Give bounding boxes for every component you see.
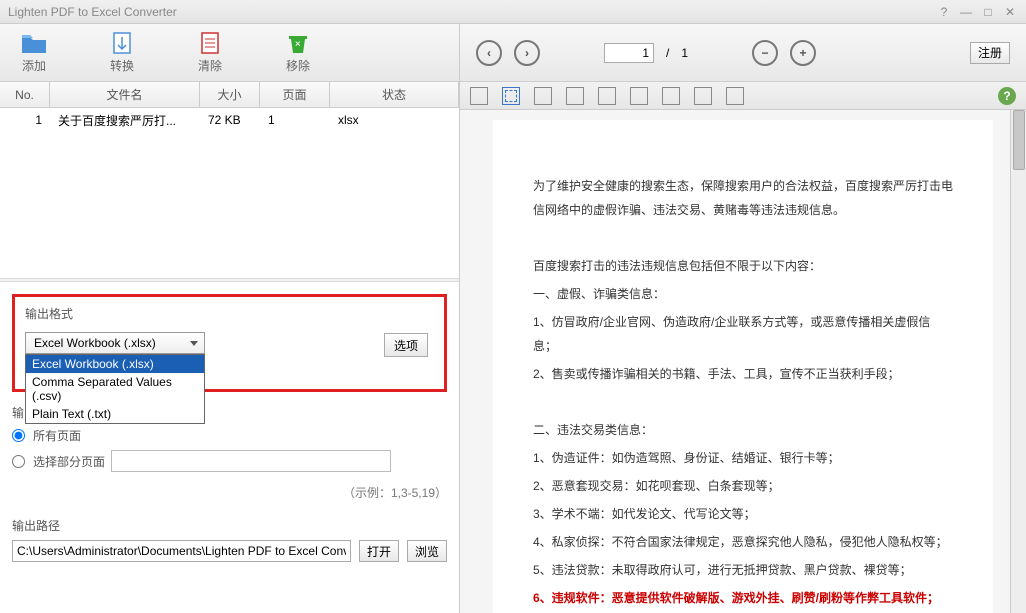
document-view[interactable]: 为了维护安全健康的搜索生态，保障搜索用户的合法权益，百度搜索严厉打击电信网络中的…: [460, 110, 1026, 613]
trash-icon: [284, 31, 312, 55]
output-path-input[interactable]: [12, 540, 351, 562]
output-format-dropdown-list: Excel Workbook (.xlsx) Comma Separated V…: [25, 354, 205, 424]
minimize-button[interactable]: —: [958, 4, 974, 20]
chevron-down-icon: [190, 341, 198, 346]
output-format-label: 输出格式: [25, 305, 434, 322]
col-size[interactable]: 大小: [200, 82, 260, 107]
format-option-xlsx[interactable]: Excel Workbook (.xlsx): [26, 355, 204, 373]
preview-toolbar: ‹ › / 1 − + 注册: [460, 24, 1026, 82]
file-table-header: No. 文件名 大小 页面 状态: [0, 82, 459, 108]
scrollbar-thumb[interactable]: [1013, 110, 1025, 170]
view-tool-8[interactable]: [694, 87, 712, 105]
add-button[interactable]: 添加: [20, 31, 48, 74]
options-button[interactable]: 选项: [384, 333, 428, 357]
open-button[interactable]: 打开: [359, 540, 399, 562]
preview-panel: ‹ › / 1 − + 注册 ? 为了维护安全健康的搜索生态，保障搜索用户的合: [460, 24, 1026, 613]
page-number-input[interactable]: [604, 43, 654, 63]
clear-button[interactable]: 清除: [196, 31, 224, 74]
file-convert-icon: [108, 31, 136, 55]
vertical-scrollbar[interactable]: [1010, 110, 1026, 613]
col-page[interactable]: 页面: [260, 82, 330, 107]
output-format-group: 输出格式 Excel Workbook (.xlsx) Excel Workbo…: [12, 294, 447, 392]
view-tool-6[interactable]: [630, 87, 648, 105]
remove-button[interactable]: 移除: [284, 31, 312, 74]
table-row[interactable]: 1 关于百度搜索严厉打... 72 KB 1 xlsx: [0, 108, 459, 132]
convert-button[interactable]: 转换: [108, 31, 136, 74]
zoom-in-button[interactable]: +: [790, 40, 816, 66]
document-page: 为了维护安全健康的搜索生态，保障搜索用户的合法权益，百度搜索严厉打击电信网络中的…: [493, 120, 993, 613]
help-icon[interactable]: ?: [998, 87, 1016, 105]
close-button[interactable]: ✕: [1002, 4, 1018, 20]
view-tool-4[interactable]: [566, 87, 584, 105]
file-clear-icon: [196, 31, 224, 55]
splitter[interactable]: [0, 278, 459, 282]
next-page-button[interactable]: ›: [514, 40, 540, 66]
select-pages-radio[interactable]: 选择部分页面: [12, 450, 447, 472]
output-format-dropdown[interactable]: Excel Workbook (.xlsx): [25, 332, 205, 354]
output-path-group: 输出路径 打开 浏览: [12, 517, 447, 562]
file-table-body: 1 关于百度搜索严厉打... 72 KB 1 xlsx: [0, 108, 459, 278]
format-option-csv[interactable]: Comma Separated Values (.csv): [26, 373, 204, 405]
view-tool-7[interactable]: [662, 87, 680, 105]
col-status[interactable]: 状态: [330, 82, 459, 107]
view-tool-9[interactable]: [726, 87, 744, 105]
window-titlebar: Lighten PDF to Excel Converter ? — □ ✕: [0, 0, 1026, 24]
total-pages: 1: [681, 46, 688, 60]
maximize-button[interactable]: □: [980, 4, 996, 20]
register-button[interactable]: 注册: [970, 42, 1010, 64]
page-separator: /: [666, 46, 669, 60]
page-range-example: （示例：1,3-5,19）: [0, 484, 447, 501]
main-toolbar: 添加 转换 清除 移除: [0, 24, 459, 82]
left-panel: 添加 转换 清除 移除 No. 文件名 大小 页面 状态 1: [0, 24, 460, 613]
output-path-label: 输出路径: [12, 517, 447, 534]
col-no[interactable]: No.: [0, 82, 50, 107]
preview-view-tools: ?: [460, 82, 1026, 110]
browse-button[interactable]: 浏览: [407, 540, 447, 562]
folder-add-icon: [20, 31, 48, 55]
window-title: Lighten PDF to Excel Converter: [8, 5, 177, 19]
col-name[interactable]: 文件名: [50, 82, 200, 107]
page-range-input[interactable]: [111, 450, 391, 472]
view-tool-grid[interactable]: [502, 87, 520, 105]
view-tool-5[interactable]: [598, 87, 616, 105]
zoom-out-button[interactable]: −: [752, 40, 778, 66]
all-pages-radio[interactable]: 所有页面: [12, 427, 447, 444]
view-tool-3[interactable]: [534, 87, 552, 105]
format-option-txt[interactable]: Plain Text (.txt): [26, 405, 204, 423]
prev-page-button[interactable]: ‹: [476, 40, 502, 66]
help-button[interactable]: ?: [936, 4, 952, 20]
view-tool-1[interactable]: [470, 87, 488, 105]
